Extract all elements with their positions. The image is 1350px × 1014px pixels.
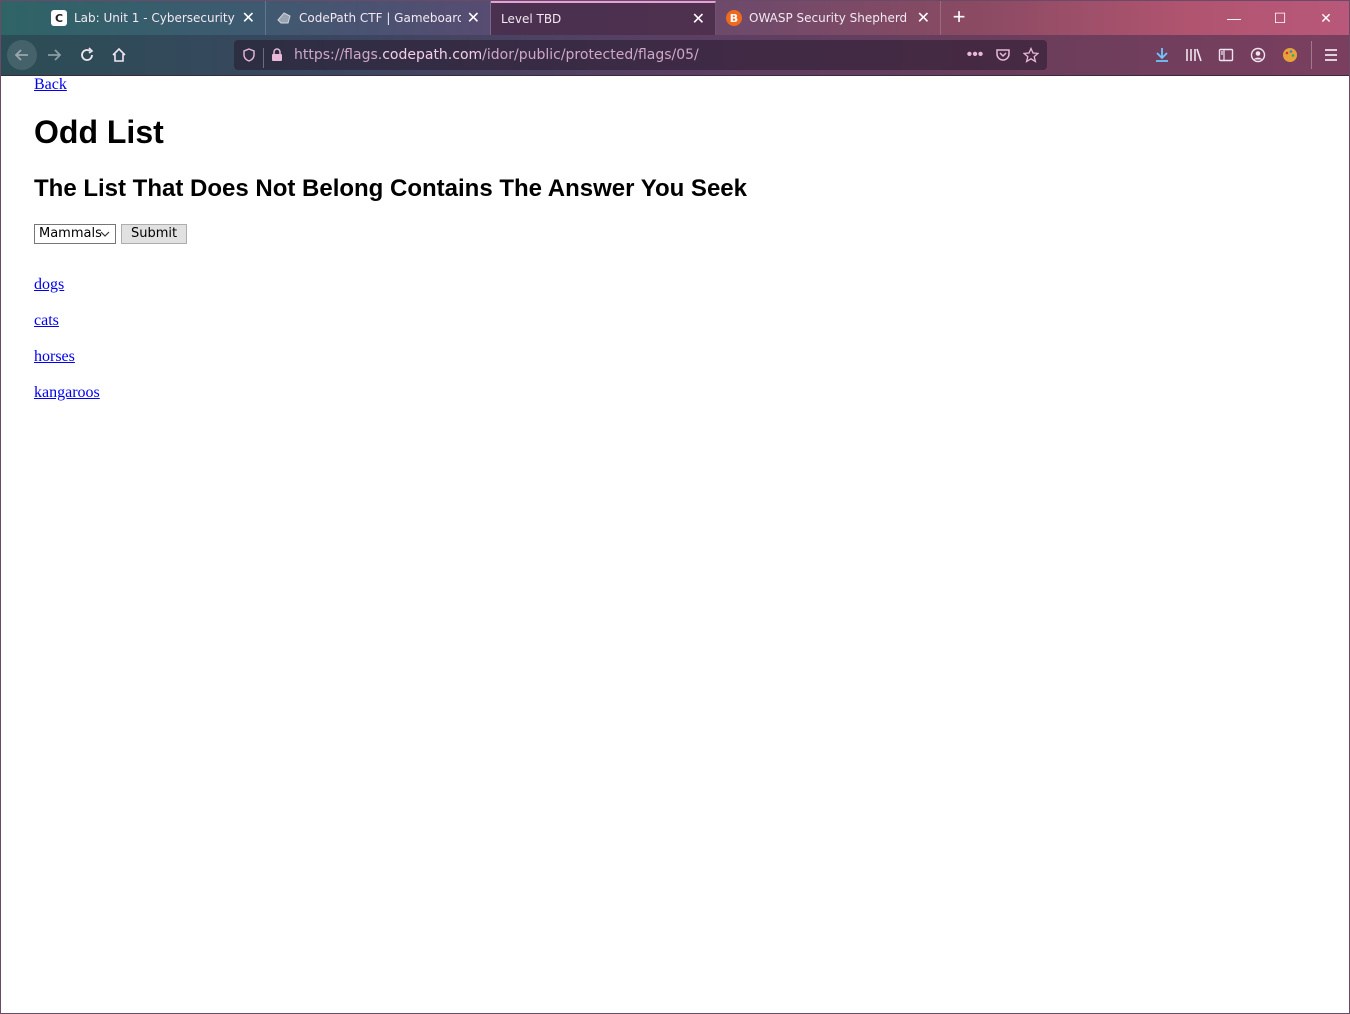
page-subtitle: The List That Does Not Belong Contains T… [34,175,747,202]
download-icon[interactable] [1152,45,1172,65]
shield-icon[interactable] [240,46,258,64]
account-icon[interactable] [1248,45,1268,65]
tab-title: OWASP Security Shepherd Proj [749,11,911,25]
page-title: Odd List [34,114,164,150]
tab-title: Lab: Unit 1 - Cybersecurity Univ [74,11,236,25]
tab-bar: C Lab: Unit 1 - Cybersecurity Univ ✕ Cod… [1,1,1349,35]
back-arrow-icon[interactable] [7,40,37,70]
tab-title: CodePath CTF | Gameboard [299,11,461,25]
tab-lab-unit[interactable]: C Lab: Unit 1 - Cybersecurity Univ ✕ [41,1,266,35]
maximize-icon[interactable]: ☐ [1257,1,1303,35]
category-select[interactable]: Mammals [34,224,116,244]
chevron-down-icon [100,231,110,237]
ctf-logo-icon [276,10,292,26]
list-item: horses [34,348,100,384]
library-icon[interactable] [1184,45,1204,65]
list-item: dogs [34,276,100,312]
sidebar-icon[interactable] [1216,45,1236,65]
list-item: kangaroos [34,384,100,420]
forward-arrow-icon[interactable] [39,40,69,70]
close-tab-icon[interactable]: ✕ [917,10,930,26]
minimize-icon[interactable]: — [1211,1,1257,35]
list-item-link[interactable]: kangaroos [34,384,100,401]
address-bar[interactable]: https://flags.codepath.com/idor/public/p… [234,40,1047,70]
list-item-link[interactable]: dogs [34,276,64,293]
blogger-icon: B [726,10,742,26]
page-content: Back Odd List The List That Does Not Bel… [1,76,1349,1013]
category-select-value: Mammals [39,226,102,241]
lock-icon[interactable] [268,46,286,64]
more-actions-icon[interactable]: ••• [966,46,984,64]
list-item-link[interactable]: horses [34,348,75,365]
new-tab-icon[interactable]: + [947,5,971,31]
window-close-icon[interactable]: ✕ [1303,1,1349,35]
tab-level-tbd[interactable]: Level TBD ✕ [491,1,716,35]
back-link[interactable]: Back [34,76,67,94]
pocket-icon[interactable] [994,46,1012,64]
extension-palette-icon[interactable] [1280,45,1300,65]
browser-window: C Lab: Unit 1 - Cybersecurity Univ ✕ Cod… [0,0,1350,1014]
tab-title: Level TBD [501,12,562,26]
close-tab-icon[interactable]: ✕ [692,11,705,27]
url-text: https://flags.codepath.com/idor/public/p… [294,47,699,63]
bookmark-star-icon[interactable] [1022,46,1040,64]
navigation-bar: https://flags.codepath.com/idor/public/p… [1,35,1349,76]
toolbar-separator [1311,41,1312,69]
list-item: cats [34,312,100,348]
codepath-c-icon: C [51,10,67,26]
home-icon[interactable] [104,40,134,70]
close-tab-icon[interactable]: ✕ [242,10,255,26]
close-tab-icon[interactable]: ✕ [467,10,480,26]
menu-hamburger-icon[interactable] [1321,45,1341,65]
tab-ctf-gameboard[interactable]: CodePath CTF | Gameboard ✕ [266,1,491,35]
list-item-link[interactable]: cats [34,312,59,329]
submit-button[interactable]: Submit [121,224,188,244]
filter-form: Mammals Submit [34,224,188,244]
url-separator [263,48,264,68]
animal-list: dogs cats horses kangaroos [34,276,100,420]
reload-icon[interactable] [72,40,102,70]
tab-owasp-shepherd[interactable]: B OWASP Security Shepherd Proj ✕ [716,1,941,35]
